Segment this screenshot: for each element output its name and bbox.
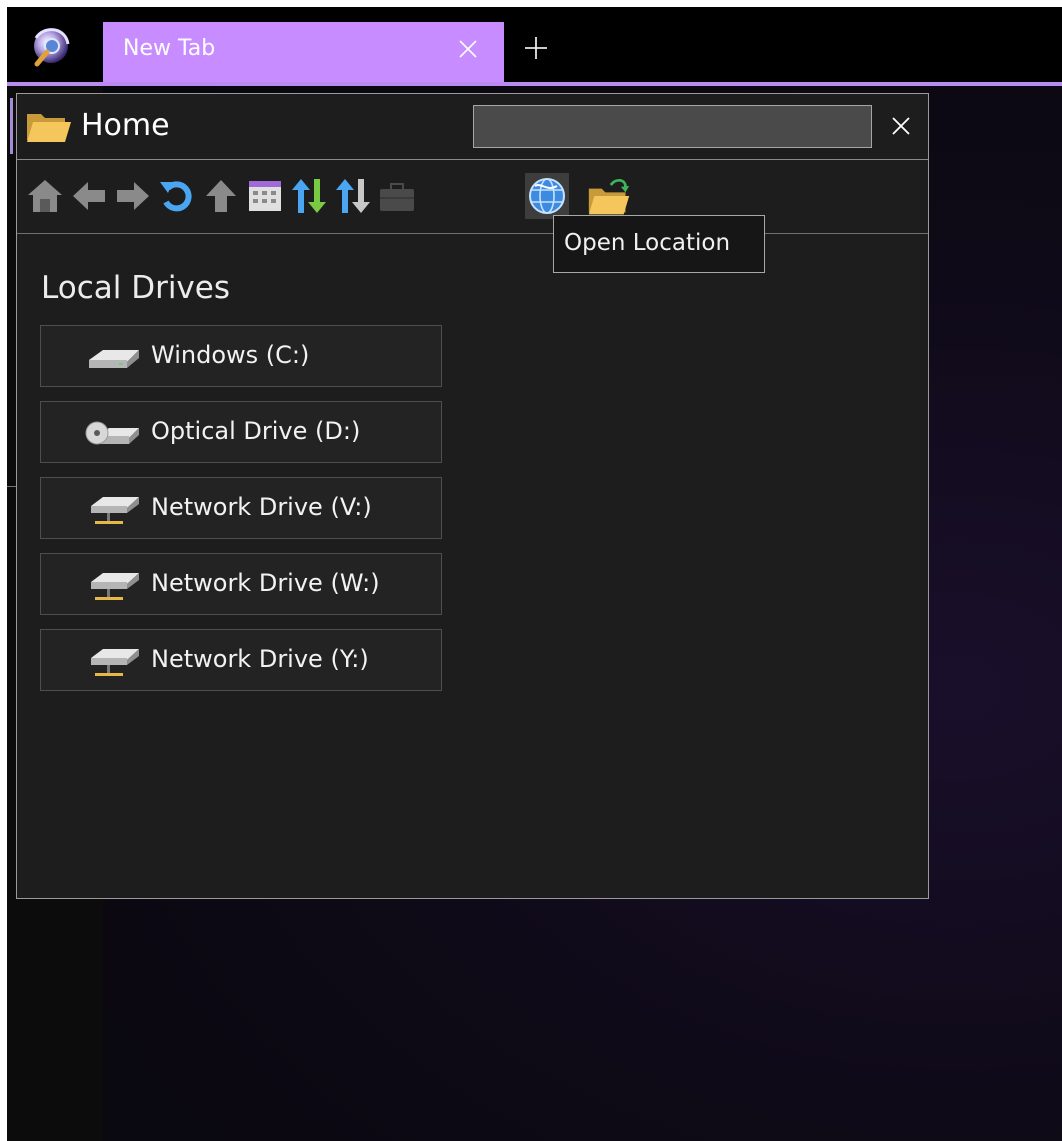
sort-ascending-icon [292, 179, 326, 213]
drive-label: Network Drive (V:) [151, 493, 372, 521]
forward-button[interactable] [111, 173, 155, 219]
panel-header: Home [17, 94, 928, 160]
back-button[interactable] [67, 173, 111, 219]
briefcase-button[interactable] [375, 173, 419, 219]
network-drive-icon [91, 497, 139, 524]
drive-item[interactable]: Windows (C:) [40, 325, 442, 387]
drive-label: Network Drive (W:) [151, 569, 380, 597]
toolbar [17, 160, 928, 234]
arrow-right-icon [117, 182, 149, 210]
plus-icon[interactable] [523, 35, 549, 61]
hard-drive-icon [89, 350, 139, 368]
drive-label: Network Drive (Y:) [151, 645, 369, 673]
tab-new-tab[interactable]: New Tab [103, 22, 504, 83]
section-title-local-drives: Local Drives [41, 270, 230, 306]
arrow-up-icon [206, 180, 236, 212]
file-browser-panel: Home Local Drives Windows (C:) Optical D… [16, 93, 929, 899]
drive-item[interactable]: Optical Drive (D:) [40, 401, 442, 463]
open-location-button[interactable] [525, 173, 569, 219]
refresh-icon [160, 181, 192, 212]
close-icon[interactable] [455, 36, 481, 62]
drive-label: Optical Drive (D:) [151, 417, 361, 445]
rail-active-indicator [10, 98, 13, 154]
drive-item[interactable]: Network Drive (W:) [40, 553, 442, 615]
arrow-left-icon [73, 182, 105, 210]
close-icon[interactable] [889, 114, 913, 138]
calendar-grid-icon [249, 181, 281, 211]
sort-descending-icon [336, 179, 370, 213]
tab-bar: New Tab [7, 7, 1062, 86]
tab-bar-accent-line [7, 82, 1062, 86]
briefcase-icon [380, 183, 414, 211]
search-input[interactable] [473, 105, 872, 148]
panel-title: Home [81, 108, 170, 143]
refresh-button[interactable] [155, 173, 199, 219]
home-button[interactable] [23, 173, 67, 219]
network-drive-icon [91, 649, 139, 676]
drive-label: Windows (C:) [151, 341, 310, 369]
tooltip-open-location: Open Location [553, 215, 765, 273]
screen: New Tab Home Local Drives Windows (C:) O… [7, 7, 1062, 1141]
folder-icon [27, 114, 71, 142]
open-folder-button[interactable] [587, 173, 631, 219]
home-icon [28, 180, 62, 212]
app-logo-icon[interactable] [27, 24, 75, 72]
drive-item[interactable]: Network Drive (Y:) [40, 629, 442, 691]
folder-refresh-icon [588, 179, 630, 215]
globe-icon [529, 178, 565, 214]
view-button[interactable] [243, 173, 287, 219]
network-drive-icon [91, 573, 139, 600]
optical-drive-icon [85, 421, 139, 445]
up-button[interactable] [199, 173, 243, 219]
sort-descending-button[interactable] [331, 173, 375, 219]
tab-label: New Tab [123, 36, 216, 61]
drive-item[interactable]: Network Drive (V:) [40, 477, 442, 539]
sort-ascending-button[interactable] [287, 173, 331, 219]
